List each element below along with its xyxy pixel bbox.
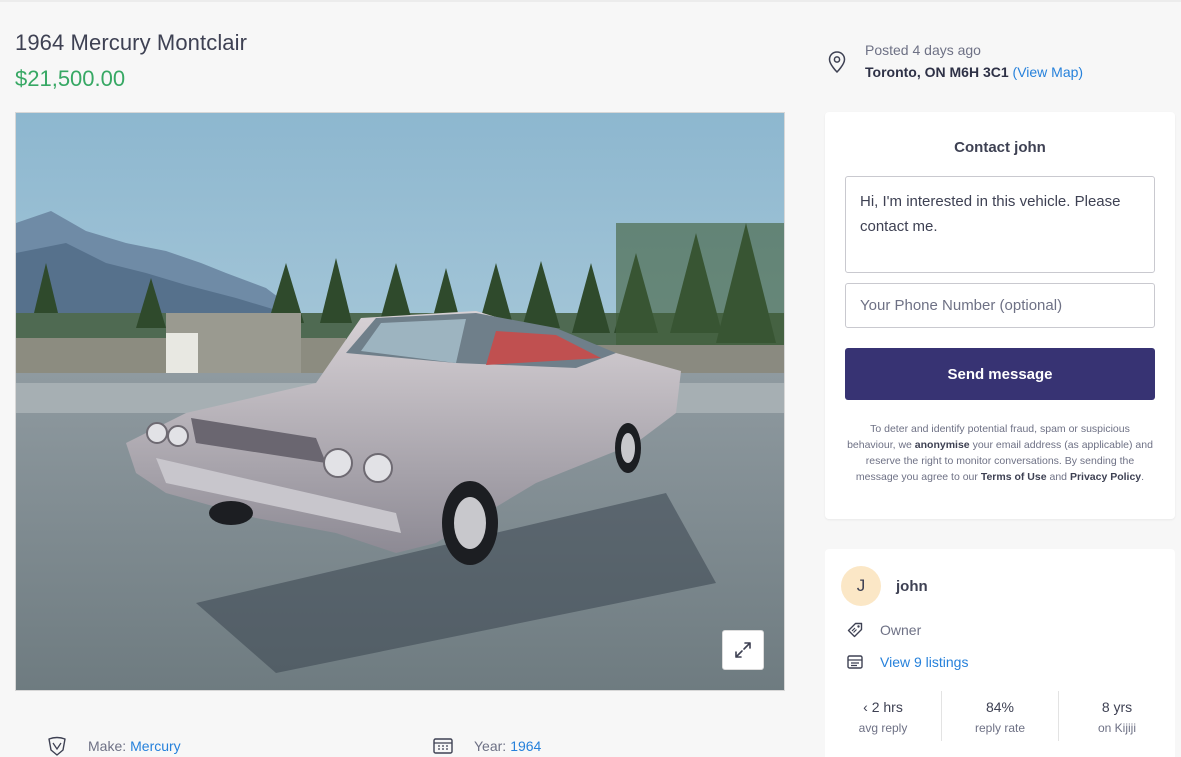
listing-price: $21,500.00	[15, 66, 126, 91]
location-pin-icon	[828, 51, 846, 74]
make-label: Make:	[88, 738, 127, 754]
send-message-button[interactable]: Send message	[845, 348, 1155, 400]
avatar: J	[841, 566, 881, 606]
calendar-icon	[433, 738, 453, 754]
year-value[interactable]: 1964	[510, 738, 541, 754]
seller-stats: ‹ 2 hrs avg reply 84% reply rate 8 yrs o…	[825, 691, 1175, 741]
listing-meta: Posted 4 days ago Toronto, ON M6H 3C1 (V…	[826, 40, 1166, 86]
stat-avg-reply: ‹ 2 hrs avg reply	[825, 691, 942, 741]
stat-value: ‹ 2 hrs	[863, 699, 903, 715]
message-field[interactable]: Hi, I'm interested in this vehicle. Plea…	[845, 176, 1155, 273]
listing-title: 1964 Mercury Montclair	[15, 30, 248, 55]
seller-name[interactable]: john	[896, 578, 928, 595]
disclaimer-text-3: and	[1046, 471, 1070, 483]
attribute-make: Make: Mercury	[46, 735, 181, 757]
contact-seller-card: Contact john Hi, I'm interested in this …	[825, 112, 1175, 519]
view-listings-label[interactable]: View 9 listings	[880, 654, 968, 670]
disclaimer-anonymise: anonymise	[914, 439, 970, 451]
make-value[interactable]: Mercury	[130, 738, 181, 754]
contact-heading: Contact john	[954, 139, 1046, 156]
privacy-disclaimer: To deter and identify potential fraud, s…	[845, 421, 1155, 485]
stat-reply-rate: 84% reply rate	[942, 691, 1059, 741]
stat-on-kijiji: 8 yrs on Kijiji	[1059, 691, 1175, 741]
posted-date: Posted 4 days ago	[865, 42, 981, 58]
location-address: Toronto, ON M6H 3C1	[865, 64, 1009, 80]
year-label: Year:	[474, 738, 507, 754]
disclaimer-text-4: .	[1141, 471, 1145, 483]
stat-value: 8 yrs	[1101, 699, 1133, 715]
attribute-year: Year: 1964	[432, 735, 541, 757]
expand-photo-button[interactable]	[722, 630, 764, 670]
location: Toronto, ON M6H 3C1 (View Map)	[865, 64, 1083, 80]
listing-photo	[16, 113, 784, 690]
top-divider	[0, 0, 1181, 2]
photo-gallery[interactable]	[15, 112, 785, 691]
seller-card: J john Owner View 9 listings ‹ 2 hrs avg…	[825, 549, 1175, 757]
terms-of-use-link[interactable]: Terms of Use	[981, 471, 1047, 483]
stat-label: reply rate	[974, 721, 1026, 735]
seller-type-label: Owner	[880, 622, 922, 638]
stat-label: avg reply	[858, 721, 908, 735]
seller-type: Owner	[846, 621, 921, 639]
privacy-policy-link[interactable]: Privacy Policy	[1070, 471, 1141, 483]
stat-label: on Kijiji	[1097, 721, 1136, 735]
price-tag-icon	[847, 622, 863, 638]
stat-value: 84%	[985, 699, 1015, 715]
view-map-link[interactable]: (View Map)	[1013, 64, 1084, 80]
car-badge-icon	[48, 736, 66, 756]
listings-icon	[847, 655, 863, 669]
phone-field[interactable]	[845, 283, 1155, 328]
view-listings-link[interactable]: View 9 listings	[846, 653, 968, 671]
expand-icon	[735, 642, 751, 658]
